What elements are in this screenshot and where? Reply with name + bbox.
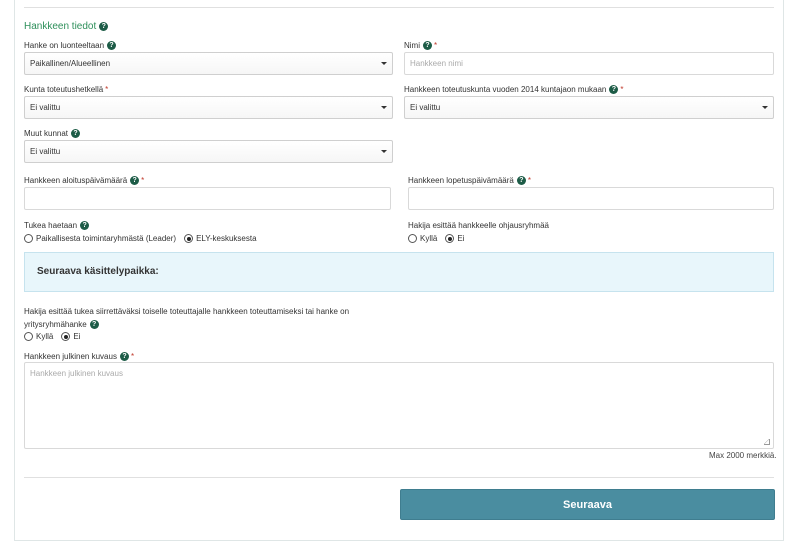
required-mark: * <box>141 176 145 185</box>
nature-select-value: Paikallinen/Alueellinen <box>30 59 111 68</box>
other-municipalities-select[interactable]: Ei valittu <box>24 140 393 163</box>
required-mark: * <box>620 85 624 94</box>
required-mark: * <box>434 41 438 50</box>
top-divider <box>24 7 774 8</box>
name-input[interactable] <box>404 52 774 75</box>
chevron-down-icon <box>381 150 387 153</box>
municipality-select-value: Ei valittu <box>30 103 61 112</box>
support-radio-leader[interactable] <box>24 234 33 243</box>
municipality2014-select[interactable]: Ei valittu <box>404 96 774 119</box>
support-radio-ely[interactable] <box>184 234 194 243</box>
required-mark: * <box>105 85 109 94</box>
municipality-label: Kunta toteutushetkellä * <box>24 85 109 94</box>
max-chars-note: Max 2000 merkkiä. <box>709 451 777 460</box>
transferable-group: Kyllä Ei <box>24 332 88 341</box>
section-title-text: Hankkeen tiedot <box>24 21 97 32</box>
steering-option-yes: Kyllä <box>420 234 438 243</box>
help-icon[interactable]: ? <box>99 21 109 31</box>
transferable-option-no: Ei <box>73 332 81 341</box>
next-handler-box: Seuraava käsittelypaikka: <box>24 252 774 292</box>
chevron-down-icon <box>762 106 768 109</box>
help-icon[interactable]: ? <box>71 129 81 139</box>
help-icon[interactable]: ? <box>119 352 129 362</box>
chevron-down-icon <box>381 106 387 109</box>
chevron-down-icon <box>381 62 387 65</box>
start-date-label: Hankkeen aloituspäivämäärä? * <box>24 176 145 186</box>
steering-radio-yes[interactable] <box>408 234 417 243</box>
resize-handle[interactable] <box>764 439 770 445</box>
transferable-option-yes: Kyllä <box>36 332 54 341</box>
name-label: Nimi? * <box>404 41 438 51</box>
transferable-label-line1: Hakija esittää tukea siirrettäväksi tois… <box>24 307 350 316</box>
help-icon[interactable]: ? <box>609 85 619 95</box>
transferable-label-line2: yritysryhmähanke? <box>24 320 99 330</box>
required-mark: * <box>527 176 531 185</box>
transferable-radio-no[interactable] <box>61 332 71 341</box>
next-button[interactable]: Seuraava <box>400 489 775 520</box>
bottom-divider <box>24 477 774 478</box>
support-sought-group: Paikallisesta toimintaryhmästä (Leader) … <box>24 234 265 243</box>
help-icon[interactable]: ? <box>423 41 432 51</box>
other-municipalities-select-value: Ei valittu <box>30 147 61 156</box>
support-sought-label: Tukea haetaan? <box>24 221 90 231</box>
steering-option-no: Ei <box>457 234 465 243</box>
help-icon[interactable]: ? <box>107 41 117 51</box>
support-option-ely: ELY-keskuksesta <box>196 234 257 243</box>
nature-select[interactable]: Paikallinen/Alueellinen <box>24 52 393 75</box>
municipality2014-label: Hankkeen toteutuskunta vuoden 2014 kunta… <box>404 85 624 95</box>
section-title: Hankkeen tiedot? <box>24 21 109 32</box>
end-date-input[interactable] <box>408 187 774 210</box>
required-mark: * <box>130 352 135 361</box>
next-handler-text: Seuraava käsittelypaikka: <box>37 266 159 277</box>
municipality2014-select-value: Ei valittu <box>410 103 441 112</box>
public-description-textarea[interactable] <box>24 362 774 449</box>
steering-group-label: Hakija esittää hankkeelle ohjausryhmää <box>408 221 549 230</box>
start-date-input[interactable] <box>24 187 391 210</box>
other-municipalities-label: Muut kunnat? <box>24 129 81 139</box>
steering-group-group: Kyllä Ei <box>408 234 472 243</box>
help-icon[interactable]: ? <box>89 320 99 330</box>
municipality-select[interactable]: Ei valittu <box>24 96 393 119</box>
steering-radio-no[interactable] <box>445 234 455 243</box>
nature-label: Hanke on luonteeltaan? <box>24 41 117 51</box>
public-description-label: Hankkeen julkinen kuvaus? * <box>24 352 135 362</box>
transferable-radio-yes[interactable] <box>24 332 33 341</box>
help-icon[interactable]: ? <box>80 221 90 231</box>
end-date-label: Hankkeen lopetuspäivämäärä? * <box>408 176 531 186</box>
support-option-leader: Paikallisesta toimintaryhmästä (Leader) <box>36 234 177 243</box>
help-icon[interactable]: ? <box>130 176 140 186</box>
help-icon[interactable]: ? <box>516 176 526 186</box>
